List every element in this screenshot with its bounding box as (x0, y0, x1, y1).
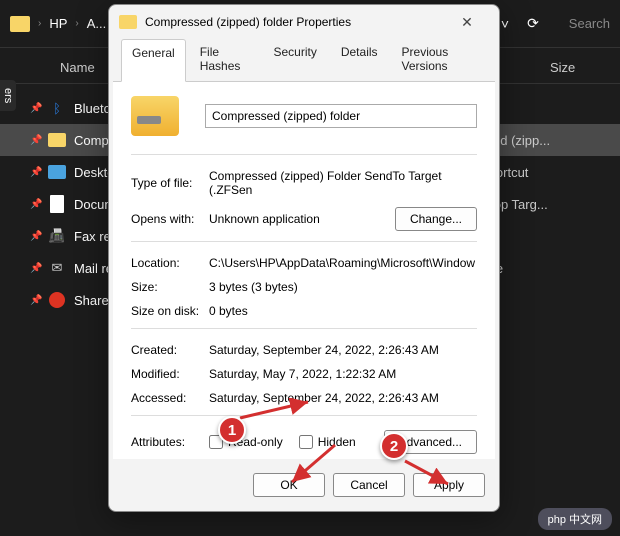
pin-icon: 📌 (30, 231, 40, 242)
modified-value: Saturday, May 7, 2022, 1:22:32 AM (209, 367, 477, 381)
location-value: C:\Users\HP\AppData\Roaming\Microsoft\Wi… (209, 256, 477, 270)
pin-icon: 📌 (30, 103, 40, 114)
zip-folder-icon (48, 131, 66, 149)
zip-folder-icon (119, 15, 137, 29)
tab-file-hashes[interactable]: File Hashes (190, 39, 260, 81)
folder-icon (10, 16, 30, 32)
opens-with-value: Unknown application (209, 212, 395, 226)
created-value: Saturday, September 24, 2022, 2:26:43 AM (209, 343, 477, 357)
column-size[interactable]: Size (520, 60, 600, 75)
watermark: php 中文网 (538, 508, 612, 530)
chevron-icon: › (38, 18, 41, 29)
type-value: Compressed (zipped) Folder SendTo Target… (209, 169, 477, 197)
properties-dialog: Compressed (zipped) folder Properties ✕ … (108, 4, 500, 512)
document-icon (48, 195, 66, 213)
breadcrumb-segment[interactable]: HP (49, 16, 67, 31)
location-label: Location: (131, 256, 209, 270)
opens-with-label: Opens with: (131, 212, 209, 226)
type-label: Type of file: (131, 176, 209, 190)
ok-button[interactable]: OK (253, 473, 325, 497)
hidden-checkbox[interactable]: Hidden (299, 435, 356, 449)
fax-icon: 📠 (48, 227, 66, 245)
tab-details[interactable]: Details (331, 39, 388, 81)
dialog-body: Type of file: Compressed (zipped) Folder… (113, 82, 495, 459)
pin-icon: 📌 (30, 295, 40, 306)
search-input[interactable]: Search (557, 16, 610, 31)
apply-button[interactable]: Apply (413, 473, 485, 497)
pin-icon: 📌 (30, 263, 40, 274)
change-button[interactable]: Change... (395, 207, 477, 231)
mail-icon: ✉ (48, 259, 66, 277)
dropdown-icon[interactable]: ˅ (501, 16, 509, 32)
size-on-disk-value: 0 bytes (209, 304, 477, 318)
separator (131, 415, 477, 416)
separator (131, 241, 477, 242)
pin-icon: 📌 (30, 135, 40, 146)
size-on-disk-label: Size on disk: (131, 304, 209, 318)
close-button[interactable]: ✕ (445, 14, 489, 31)
separator (131, 328, 477, 329)
tab-previous-versions[interactable]: Previous Versions (392, 39, 487, 81)
breadcrumb-segment[interactable]: A... (87, 16, 107, 31)
tab-strip: General File Hashes Security Details Pre… (113, 39, 495, 82)
tab-general[interactable]: General (121, 39, 186, 82)
created-label: Created: (131, 343, 209, 357)
desktop-icon (48, 163, 66, 181)
sharex-icon (48, 291, 66, 309)
modified-label: Modified: (131, 367, 209, 381)
hidden-checkbox-input[interactable] (299, 435, 313, 449)
tab-security[interactable]: Security (263, 39, 326, 81)
filename-input[interactable] (205, 104, 477, 128)
size-value: 3 bytes (3 bytes) (209, 280, 477, 294)
titlebar[interactable]: Compressed (zipped) folder Properties ✕ (109, 5, 499, 39)
annotation-badge-1: 1 (218, 416, 246, 444)
zip-folder-large-icon (131, 96, 179, 136)
hidden-label: Hidden (318, 435, 356, 449)
window-title: Compressed (zipped) folder Properties (145, 15, 445, 29)
attributes-label: Attributes: (131, 435, 209, 449)
pin-icon: 📌 (30, 167, 40, 178)
bluetooth-icon: ᛒ (48, 99, 66, 117)
annotation-badge-2: 2 (380, 432, 408, 460)
pin-icon: 📌 (30, 199, 40, 210)
size-label: Size: (131, 280, 209, 294)
accessed-label: Accessed: (131, 391, 209, 405)
accessed-value: Saturday, September 24, 2022, 2:26:43 AM (209, 391, 477, 405)
separator (131, 154, 477, 155)
chevron-icon: › (75, 18, 78, 29)
left-panel-tab[interactable]: ers (0, 80, 16, 111)
cancel-button[interactable]: Cancel (333, 473, 405, 497)
dialog-footer: OK Cancel Apply (109, 463, 499, 511)
refresh-icon[interactable]: ⟳ (527, 15, 539, 32)
